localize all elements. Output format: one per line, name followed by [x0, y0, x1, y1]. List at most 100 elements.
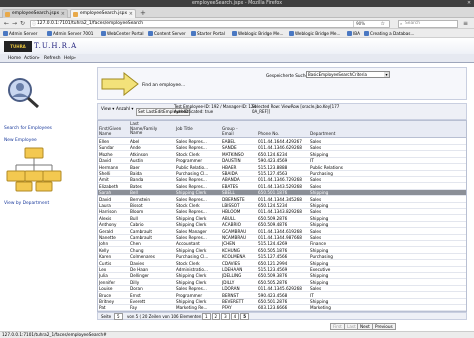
- menu-refresh[interactable]: Refresh: [44, 55, 61, 62]
- column-header[interactable]: Job Title: [176, 126, 193, 132]
- table-row[interactable]: Bruce Ernst Programmer BERNST 590.423.4568 IT: [98, 293, 466, 299]
- column-header[interactable]: Group - Email: [222, 126, 238, 136]
- table-cell: Shipping Clerk: [176, 247, 207, 253]
- table-cell: Chen: [130, 241, 141, 247]
- bookmark-item[interactable]: Creating a Databas...: [364, 30, 414, 37]
- bookmark-item[interactable]: Weblogic Bridge Me...: [289, 30, 340, 37]
- table-cell: Doran: [130, 286, 143, 292]
- bookmark-item[interactable]: IBA: [347, 30, 360, 37]
- bookmark-item[interactable]: Admin Server: [3, 30, 37, 37]
- saved-search-select[interactable]: BasicEmployeeSearchCriteria ▾: [306, 71, 390, 78]
- bookmark-item[interactable]: Starter Portal: [191, 30, 225, 37]
- bookmark-item[interactable]: Weblogic Bridge Me...: [232, 30, 283, 37]
- new-tab-icon[interactable]: +: [140, 9, 146, 17]
- table-cell: Bernstein: [130, 196, 150, 202]
- table-row[interactable]: Louise Doran Sales Repres... LDORAN 011.44.1…: [98, 286, 466, 293]
- table-row[interactable]: Elizabeth Bates Sales Repres... EBATES 011.4…: [98, 184, 466, 190]
- url-bar[interactable]: ⓘ 127.0.0.1:7101/tuhra2_1/faces/employee…: [30, 20, 390, 28]
- table-cell: Sales: [310, 196, 322, 202]
- table-row[interactable]: Ellen Abel Sales Repres... EABEL 011.44.1644…: [98, 139, 466, 145]
- table-row[interactable]: Pat Fay Marketing Re... PFAY 603.123.6666 Mar…: [98, 305, 466, 311]
- table-cell: John: [99, 241, 109, 247]
- bookmark-star-icon[interactable]: ☆: [381, 21, 385, 27]
- table-row[interactable]: Sundar Ande Sales Repres... SANDE 011.44.134…: [98, 145, 466, 152]
- table-cell: HBLOOM: [222, 209, 241, 215]
- table-row-selected[interactable]: Sarah Bell Shipping Clerk SBELL 650.501.1876…: [98, 190, 466, 197]
- column-header[interactable]: Last Name/Family Name: [130, 121, 157, 136]
- table-row[interactable]: John Chen Accountant JCHEN 515.124.4269 Finan…: [98, 241, 466, 248]
- view-by-department-link[interactable]: View by Department: [4, 201, 49, 206]
- table-cell: Shipping: [310, 203, 329, 208]
- table-row[interactable]: Gerald Cambrault Sales Manager GCAMBRAU 011.…: [98, 229, 466, 235]
- tab-employee-search-1[interactable]: employeeSearch.jspx ×: [2, 9, 68, 18]
- page-link[interactable]: 3: [221, 313, 230, 320]
- table-cell: EABEL: [222, 139, 236, 144]
- close-tab-icon[interactable]: ×: [129, 10, 133, 18]
- tab-employee-search-2[interactable]: employeeSearch.jspx ×: [70, 9, 136, 18]
- column-header[interactable]: First/Given Name: [99, 126, 121, 136]
- bookmark-item[interactable]: Admin Server 7001: [47, 30, 93, 37]
- table-row[interactable]: Amit Banda Sales Repres... ABANDA 011.44.134…: [98, 177, 466, 184]
- info-icon[interactable]: ⓘ: [32, 21, 36, 27]
- table-row[interactable]: Anthony Cabrio Shipping Clerk ACABRIO 650.50…: [98, 222, 466, 229]
- table-cell: IT: [310, 292, 314, 298]
- table-row[interactable]: Laura Bissot Stock Clerk LBISSOT 650.124.523…: [98, 203, 466, 209]
- back-icon[interactable]: ←: [3, 20, 10, 27]
- table-row[interactable]: Britney Everett Shipping Clerk BEVERETT 650.…: [98, 299, 466, 305]
- table-row[interactable]: Curtis Davies Stock Clerk CDAVIES 650.121.29…: [98, 261, 466, 267]
- table-cell: Karen: [99, 254, 112, 260]
- table-row[interactable]: David Austin Programmer DAUSTIN 590.423.4569…: [98, 158, 466, 165]
- page-link[interactable]: 4: [230, 313, 240, 320]
- page-link[interactable]: 1: [202, 313, 211, 320]
- table-row[interactable]: David Bernstein Sales Repres... DBERNSTE 011…: [98, 197, 466, 203]
- reload-icon[interactable]: ↻: [19, 20, 26, 27]
- forward-icon[interactable]: →: [11, 20, 18, 27]
- column-header[interactable]: Department: [310, 131, 335, 137]
- anzahl-menu-button[interactable]: Anzahl ▾: [116, 106, 134, 112]
- table-cell: CDAVIES: [222, 260, 241, 266]
- zoom-level[interactable]: 90%: [353, 21, 365, 27]
- close-window-icon[interactable]: ✕: [467, 0, 471, 7]
- magnifier-person-icon[interactable]: [6, 77, 40, 109]
- menu-help[interactable]: Help▾: [64, 55, 76, 62]
- close-tab-icon[interactable]: ×: [61, 10, 65, 18]
- menu-home[interactable]: Home: [8, 55, 21, 62]
- first-page-button[interactable]: First: [330, 323, 345, 330]
- table-cell: 650.505.2876: [258, 279, 288, 285]
- bookmark-item[interactable]: Content Server: [148, 30, 186, 37]
- page-link[interactable]: 5: [240, 313, 249, 320]
- table-row[interactable]: Lex De Haan Administratio... LDEHAAN 515.123…: [98, 267, 466, 273]
- table-cell: 011.44.1344.619268: [258, 228, 302, 234]
- page-link[interactable]: 2: [211, 313, 221, 320]
- previous-page-button[interactable]: Previous: [372, 323, 396, 330]
- view-menu-button[interactable]: View ▾: [101, 106, 114, 112]
- table-row[interactable]: Harrison Bloom Sales Repres... HBLOOM 011.44…: [98, 209, 466, 216]
- page-input[interactable]: 5: [114, 313, 124, 320]
- bookmark-item[interactable]: WebCenter Portal: [101, 30, 144, 37]
- new-employee-link[interactable]: New Employee: [4, 138, 37, 143]
- table-row[interactable]: Jennifer Dilly Shipping Clerk JDILLY 650.505…: [98, 280, 466, 286]
- table-cell: Louise: [99, 286, 113, 292]
- table-row[interactable]: Karen Colmenares Purchasing Cl... KCOLMENA 5…: [98, 254, 466, 261]
- table-row[interactable]: Alexis Bull Shipping Clerk ABULL 650.509.287…: [98, 216, 466, 222]
- menu-icon[interactable]: ≡: [462, 20, 469, 27]
- table-cell: Bruce: [99, 292, 112, 298]
- table-row[interactable]: Kelly Chung Shipping Clerk KCHUNG 650.505.18…: [98, 248, 466, 254]
- column-header[interactable]: Phone No.: [258, 131, 279, 137]
- table-row[interactable]: Mozhe Atkinson Stock Clerk MATKINSO 650.124.…: [98, 152, 466, 158]
- table-row[interactable]: Shelli Baida Purchasing Cl... SBAIDA 515.127…: [98, 171, 466, 177]
- table-row[interactable]: Julia Dellinger Shipping Clerk JDELLING 650.…: [98, 273, 466, 280]
- menu-action[interactable]: Action▾: [24, 55, 40, 62]
- table-cell: Bell: [130, 190, 138, 196]
- app-menu-bar: Home Action▾ Refresh Help▾: [0, 54, 474, 63]
- table-row[interactable]: Hermann Baer Public Relatio... HBAER 515.123…: [98, 165, 466, 171]
- table-row[interactable]: Nanette Cambrault Sales Repres... NCAMBRAU 0…: [98, 235, 466, 241]
- table-cell: Stock Clerk: [176, 151, 200, 157]
- next-page-button[interactable]: Next: [357, 323, 373, 330]
- search-input[interactable]: ⌕ Search: [398, 20, 458, 28]
- search-employees-link[interactable]: Search for Employees: [4, 126, 52, 131]
- table-cell: Atkinson: [130, 151, 149, 157]
- department-folders-icon[interactable]: [6, 147, 62, 193]
- table-cell: DAUSTIN: [222, 158, 241, 164]
- table-cell: Sales Repres...: [176, 183, 207, 189]
